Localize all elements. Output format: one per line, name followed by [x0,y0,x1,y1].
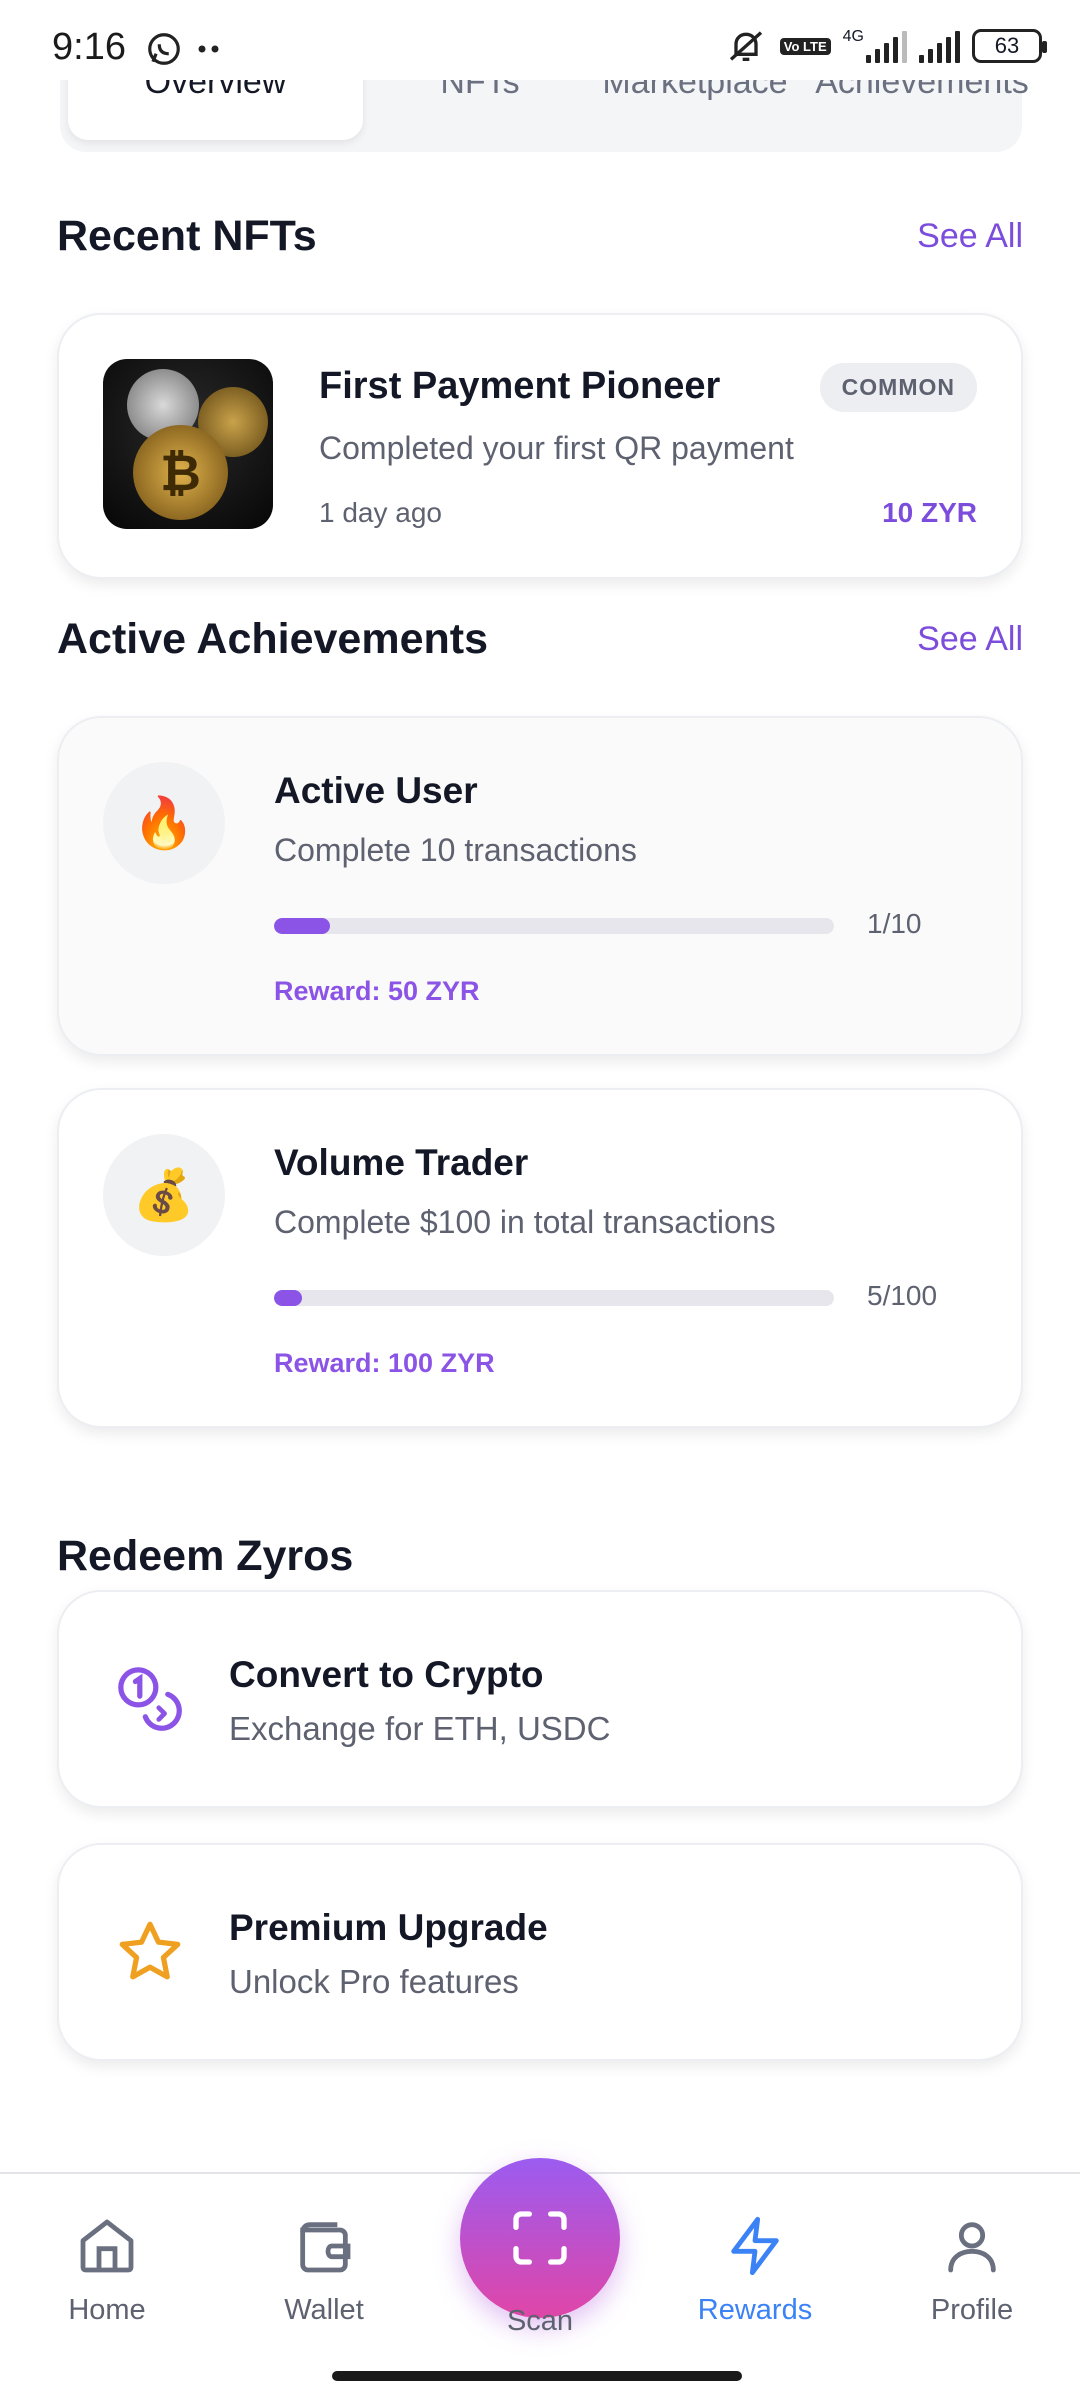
nav-label-scan: Scan [506,2305,574,2337]
redeem-description: Exchange for ETH, USDC [229,1710,611,1747]
achievement-card-volume-trader[interactable]: 💰 Volume Trader Complete $100 in total t… [57,1088,1023,1428]
home-icon [80,2219,134,2273]
nav-wallet[interactable]: Wallet [234,2214,414,2327]
volte-icon: Vo LTE [779,37,831,55]
progress-count: 1/10 [867,908,922,939]
nav-label: Profile [930,2294,1014,2326]
signal-strength-2-icon [919,29,960,63]
star-icon [119,1921,181,1980]
battery-icon: 63 [972,29,1047,63]
achievement-title: Active User [274,770,478,811]
section-title: Recent NFTs [57,212,317,260]
nft-card[interactable]: ₿ First Payment Pioneer COMMON Completed… [57,313,1023,579]
achievement-description: Complete 10 transactions [274,832,637,868]
redeem-description: Unlock Pro features [229,1963,519,2000]
nav-label: Wallet [284,2294,364,2326]
section-title: Active Achievements [57,615,488,663]
redeem-header: Redeem Zyros [57,1532,1023,1581]
status-notification-icons [145,30,223,68]
wallet-icon [300,2222,351,2273]
achievement-reward: Reward: 50 ZYR [274,976,480,1006]
nav-profile[interactable]: Profile [882,2214,1062,2327]
home-indicator [332,2371,742,2381]
redeem-convert-crypto-card[interactable]: Convert to Crypto Exchange for ETH, USDC [57,1590,1023,1808]
achievement-progress-bar [274,918,834,934]
achievement-card-active-user[interactable]: 🔥 Active User Complete 10 transactions 1… [57,716,1023,1056]
see-all-achievements-link[interactable]: See All [917,620,1023,659]
nft-description: Completed your first QR payment [319,430,794,466]
nft-timestamp: 1 day ago [319,497,442,528]
nft-thumbnail: ₿ [103,359,273,529]
progress-fill [274,1290,302,1306]
section-title: Redeem Zyros [57,1532,354,1580]
redeem-title: Premium Upgrade [229,1907,548,1948]
achievement-reward: Reward: 100 ZYR [274,1348,495,1378]
active-achievements-header: Active Achievements See All [57,615,1023,664]
nav-label: Home [68,2294,146,2326]
lightning-icon [731,2216,779,2276]
coins-exchange-icon [118,1667,182,1731]
fire-icon: 🔥 [103,762,225,884]
achievement-description: Complete $100 in total transactions [274,1204,776,1240]
signal-strength-icon [866,29,907,63]
nav-home[interactable]: Home [17,2214,197,2327]
achievement-progress-bar [274,1290,834,1306]
nav-rewards[interactable]: Rewards [665,2214,845,2327]
achievement-title: Volume Trader [274,1142,529,1183]
redeem-premium-upgrade-card[interactable]: Premium Upgrade Unlock Pro features [57,1843,1023,2061]
progress-count: 5/100 [867,1280,938,1311]
scan-button[interactable] [460,2158,620,2318]
see-all-nfts-link[interactable]: See All [917,217,1023,256]
mute-icon [729,31,762,61]
redeem-title: Convert to Crypto [229,1654,544,1695]
nft-name: First Payment Pioneer [319,365,721,407]
status-bar: 9:16 Vo LTE 4G 63 [0,0,1080,80]
more-dots-icon [198,45,219,53]
battery-level: 63 [994,33,1020,58]
network-type: 4G [842,28,864,45]
status-time: 9:16 [52,26,126,68]
money-bag-icon: 💰 [103,1134,225,1256]
rarity-badge: COMMON [819,363,977,412]
progress-fill [274,918,330,934]
user-icon [948,2222,996,2273]
status-system-icons: Vo LTE 4G 63 [724,26,1047,66]
recent-nfts-header: Recent NFTs See All [57,212,1023,261]
nav-label: Rewards [697,2294,813,2326]
scan-icon [513,2211,567,2265]
nft-value: 10 ZYR [882,497,977,528]
whatsapp-icon [148,33,180,65]
